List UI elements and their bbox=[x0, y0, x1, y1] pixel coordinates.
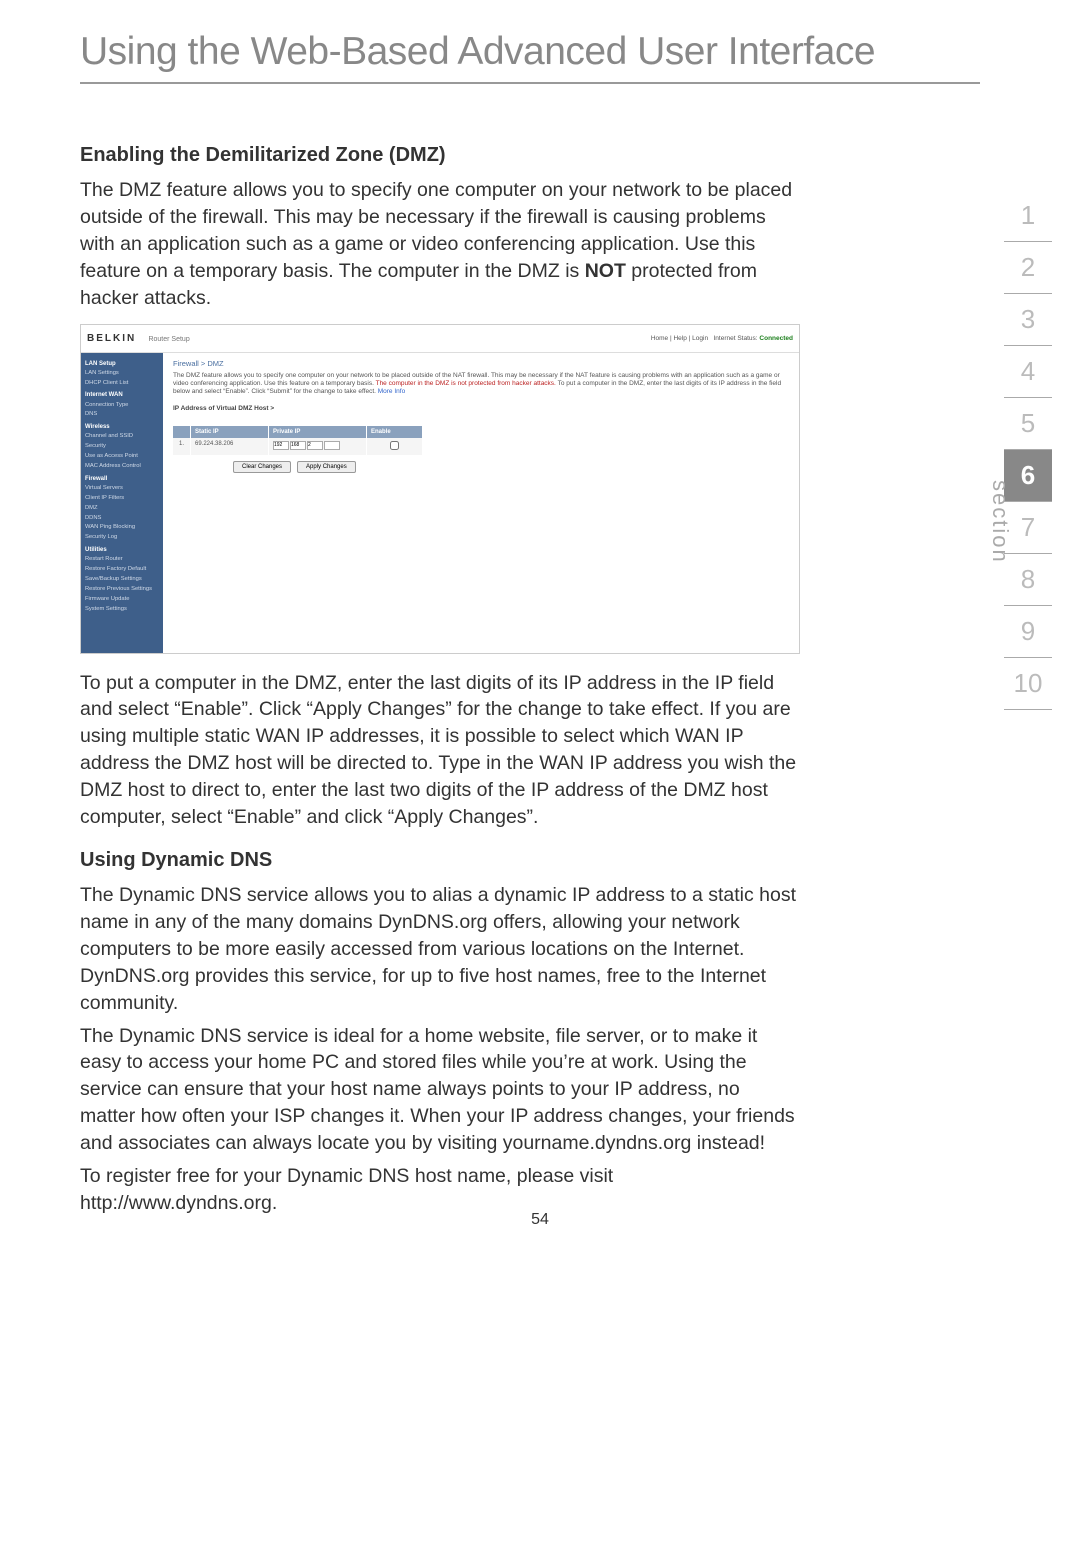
section-nav-item-2[interactable]: 2 bbox=[1004, 242, 1052, 294]
ss-breadcrumb: Firewall > DMZ bbox=[173, 359, 789, 368]
page-title: Using the Web-Based Advanced User Interf… bbox=[80, 30, 980, 74]
section-nav-item-9[interactable]: 9 bbox=[1004, 606, 1052, 658]
ss-header: BELKIN Router Setup Home | Help | Login … bbox=[81, 325, 799, 353]
heading-dmz: Enabling the Demilitarized Zone (DMZ) bbox=[80, 144, 800, 167]
ss-description: The DMZ feature allows you to specify on… bbox=[173, 372, 789, 397]
ss-nav-item[interactable]: System Settings bbox=[85, 605, 159, 615]
ss-table-header: Static IP Private IP Enable bbox=[173, 426, 423, 438]
section-nav-item-5[interactable]: 5 bbox=[1004, 398, 1052, 450]
ss-ip-octet-3[interactable] bbox=[307, 441, 323, 450]
ss-header-links: Home | Help | Login Internet Status: Con… bbox=[651, 335, 793, 342]
paragraph-ddns-2: The Dynamic DNS service is ideal for a h… bbox=[80, 1023, 800, 1158]
paragraph-ddns-3: To register free for your Dynamic DNS ho… bbox=[80, 1163, 800, 1217]
ss-nav-item[interactable]: Save/Backup Settings bbox=[85, 575, 159, 585]
ss-nav-item[interactable]: Restore Previous Settings bbox=[85, 585, 159, 595]
section-nav-item-10[interactable]: 10 bbox=[1004, 658, 1052, 710]
ss-nav-group-wan: Internet WAN bbox=[85, 390, 159, 400]
ss-nav-item[interactable]: DHCP Client List bbox=[85, 379, 159, 389]
ss-nav-item[interactable]: Use as Access Point bbox=[85, 452, 159, 462]
ss-nav-group-wireless: Wireless bbox=[85, 422, 159, 432]
ss-subtitle: Router Setup bbox=[148, 336, 189, 343]
ss-apply-changes-button[interactable]: Apply Changes bbox=[297, 461, 356, 473]
ss-link-help[interactable]: Help bbox=[673, 335, 686, 342]
ss-nav-item[interactable]: WAN Ping Blocking bbox=[85, 523, 159, 533]
ss-row-index: 1. bbox=[173, 438, 191, 455]
section-nav-item-1[interactable]: 1 bbox=[1004, 190, 1052, 242]
ss-ip-octet-2[interactable] bbox=[290, 441, 306, 450]
ss-static-ip: 69.224.38.206 bbox=[191, 438, 269, 455]
ss-clear-changes-button[interactable]: Clear Changes bbox=[233, 461, 291, 473]
ss-main: Firewall > DMZ The DMZ feature allows yo… bbox=[163, 353, 799, 653]
ss-more-info-link[interactable]: More Info bbox=[378, 388, 405, 395]
ss-link-login[interactable]: Login bbox=[692, 335, 708, 342]
ss-nav-item[interactable]: Connection Type bbox=[85, 401, 159, 411]
section-nav-item-3[interactable]: 3 bbox=[1004, 294, 1052, 346]
ss-nav-item[interactable]: Virtual Servers bbox=[85, 484, 159, 494]
ss-table-row: 1. 69.224.38.206 bbox=[173, 438, 423, 455]
ss-nav-item[interactable]: LAN Settings bbox=[85, 369, 159, 379]
ss-nav-item[interactable]: Firmware Update bbox=[85, 595, 159, 605]
ss-nav-item[interactable]: Restart Router bbox=[85, 555, 159, 565]
ss-nav-item[interactable]: Security Log bbox=[85, 533, 159, 543]
heading-ddns: Using Dynamic DNS bbox=[80, 849, 800, 872]
paragraph-dmz-1: The DMZ feature allows you to specify on… bbox=[80, 177, 800, 312]
page-title-rule: Using the Web-Based Advanced User Interf… bbox=[80, 30, 980, 84]
ss-link-home[interactable]: Home bbox=[651, 335, 668, 342]
section-nav-item-4[interactable]: 4 bbox=[1004, 346, 1052, 398]
section-nav-label: section bbox=[987, 480, 1013, 564]
ss-nav-item[interactable]: Client IP Filters bbox=[85, 494, 159, 504]
ss-nav-item[interactable]: Restore Factory Default bbox=[85, 565, 159, 575]
ss-nav-group-lan: LAN Setup bbox=[85, 359, 159, 369]
ss-nav-group-utilities: Utilities bbox=[85, 545, 159, 555]
ss-status-label: Internet Status: bbox=[714, 335, 758, 342]
paragraph-dmz-2: To put a computer in the DMZ, enter the … bbox=[80, 670, 800, 831]
ss-nav-item[interactable]: DDNS bbox=[85, 514, 159, 524]
paragraph-ddns-1: The Dynamic DNS service allows you to al… bbox=[80, 882, 800, 1017]
ss-nav-item[interactable]: DNS bbox=[85, 410, 159, 420]
page-number: 54 bbox=[531, 1211, 549, 1229]
router-screenshot: BELKIN Router Setup Home | Help | Login … bbox=[80, 324, 800, 654]
ss-nav-item[interactable]: Security bbox=[85, 442, 159, 452]
ss-sidebar: LAN Setup LAN Settings DHCP Client List … bbox=[81, 353, 163, 653]
ss-ip-octet-1[interactable] bbox=[273, 441, 289, 450]
ss-ip-octet-4[interactable] bbox=[324, 441, 340, 450]
ss-nav-item[interactable]: MAC Address Control bbox=[85, 462, 159, 472]
section-nav: 1 2 3 4 5 6 7 8 9 10 section bbox=[1004, 190, 1052, 710]
ss-nav-item[interactable]: DMZ bbox=[85, 504, 159, 514]
ss-nav-group-firewall: Firewall bbox=[85, 474, 159, 484]
ss-logo: BELKIN bbox=[87, 333, 136, 344]
ss-enable-checkbox[interactable] bbox=[390, 441, 399, 450]
ss-ip-label: IP Address of Virtual DMZ Host > bbox=[173, 405, 789, 412]
ss-nav-item[interactable]: Channel and SSID bbox=[85, 432, 159, 442]
ss-status-value: Connected bbox=[759, 335, 793, 342]
